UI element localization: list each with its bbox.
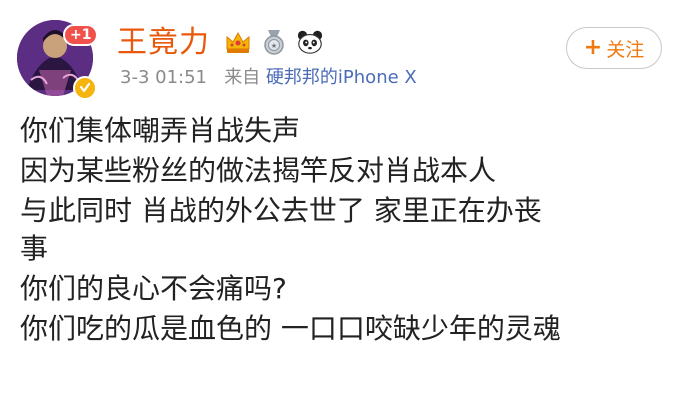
- follow-button[interactable]: + 关注: [566, 27, 662, 69]
- verified-icon: [73, 76, 97, 100]
- post-content: 你们集体嘲弄肖战失声 因为某些粉丝的做法揭竿反对肖战本人 与此同时 肖战的外公去…: [20, 111, 680, 349]
- user-badges: ★: [224, 27, 324, 57]
- post-text-line: 你们的良心不会痛吗?: [20, 272, 287, 305]
- medal-icon[interactable]: ★: [260, 28, 288, 56]
- weibo-post-card: +1 王竟力 ★ 3-3 01:51 来自 硬邦邦的iPhone X + 关注 …: [0, 0, 690, 400]
- plus-icon: +: [583, 35, 603, 60]
- panda-icon[interactable]: [296, 28, 324, 56]
- author-name[interactable]: 王竟力: [117, 25, 210, 61]
- post-time[interactable]: 3-3 01:51: [120, 67, 207, 88]
- crown-icon[interactable]: [224, 28, 252, 56]
- post-text-line: 你们吃的瓜是血色的 一口口咬缺少年的灵魂: [20, 312, 561, 345]
- post-text-line: 事: [20, 232, 49, 265]
- avatar-container[interactable]: +1: [17, 20, 101, 104]
- post-source-link[interactable]: 硬邦邦的iPhone X: [266, 67, 417, 88]
- svg-text:★: ★: [271, 42, 277, 50]
- post-text-line: 因为某些粉丝的做法揭竿反对肖战本人: [20, 154, 497, 187]
- post-text-line: 与此同时 肖战的外公去世了 家里正在办丧: [20, 194, 542, 227]
- notification-badge: +1: [63, 24, 99, 46]
- post-meta: 3-3 01:51 来自 硬邦邦的iPhone X: [120, 66, 417, 90]
- source-prefix: 来自: [224, 67, 261, 88]
- follow-button-label: 关注: [606, 38, 645, 61]
- post-text-line: 你们集体嘲弄肖战失声: [20, 114, 301, 147]
